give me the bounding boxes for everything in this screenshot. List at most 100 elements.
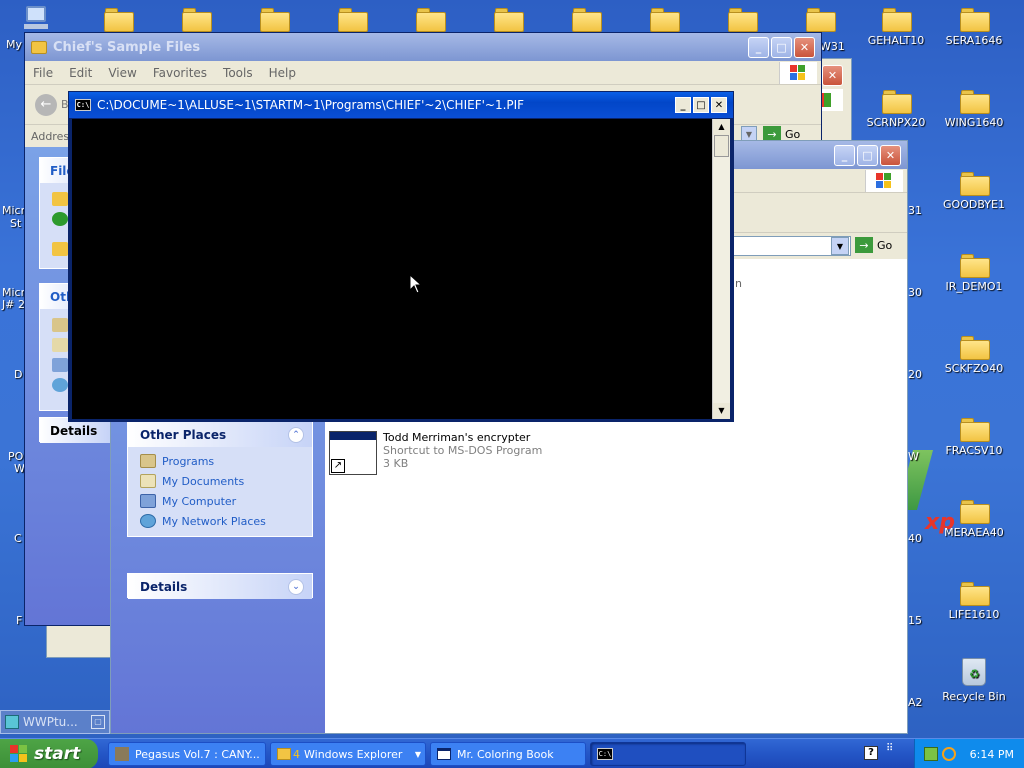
window-icon — [437, 748, 451, 760]
console-titlebar[interactable]: C:\ C:\DOCUME~1\ALLUSE~1\STARTM~1\Progra… — [69, 92, 733, 118]
expand-chevron-icon[interactable]: ⌄ — [288, 578, 304, 595]
desktop-folder[interactable]: FRACSV10 — [937, 418, 1011, 457]
other-places-header[interactable]: Other Places ⌃ — [128, 422, 312, 447]
desktop-folder-label: LIFE1610 — [948, 608, 1000, 621]
folder-icon[interactable] — [806, 8, 836, 34]
desktop-folder[interactable]: SERA1646 — [937, 8, 1011, 47]
folder-icon[interactable] — [650, 8, 680, 34]
recycle-bin-icon: ♻ — [962, 658, 986, 686]
recycle-bin-label: Recycle Bin — [942, 690, 1006, 703]
console-scrollbar[interactable]: ▲ ▼ — [712, 119, 730, 419]
desktop-folder-label: MERAEA40 — [944, 526, 1004, 539]
search-tray-icon[interactable] — [941, 747, 956, 761]
desktop-folder[interactable]: MERAEA40 — [937, 500, 1011, 539]
console-window[interactable]: C:\ C:\DOCUME~1\ALLUSE~1\STARTM~1\Progra… — [68, 91, 734, 422]
desktop-folder[interactable]: SCRNPX20 — [859, 90, 933, 129]
menu-view[interactable]: View — [108, 66, 136, 80]
close-button[interactable]: ✕ — [822, 65, 843, 86]
maximize-button[interactable]: □ — [693, 97, 709, 113]
folder-icon[interactable] — [104, 8, 134, 34]
maximize-button[interactable]: □ — [771, 36, 792, 58]
minimize-button[interactable]: _ — [748, 36, 769, 58]
window-title: Chief's Sample Files — [53, 39, 201, 55]
go-arrow-icon: → — [855, 237, 873, 253]
folder-icon[interactable] — [416, 8, 446, 34]
maximize-button[interactable]: □ — [857, 144, 878, 166]
folder-icon[interactable] — [728, 8, 758, 34]
desktop-edge-label: C — [14, 532, 22, 545]
menu-favorites[interactable]: Favorites — [153, 66, 207, 80]
taskbar-button-coloring-book[interactable]: Mr. Coloring Book — [430, 742, 586, 766]
desktop-folder[interactable]: GOODBYE1 — [937, 172, 1011, 211]
file-type: Shortcut to MS-DOS Program — [383, 444, 543, 457]
collapse-chevron-icon[interactable]: ⌃ — [288, 426, 304, 443]
desktop-edge-label: 15 — [908, 614, 922, 627]
folder-icon[interactable] — [338, 8, 368, 34]
window-titlebar[interactable]: Chief's Sample Files _ □ ✕ — [25, 33, 821, 61]
network-tray-icon[interactable] — [923, 747, 938, 761]
desktop-folder-label: SCRNPX20 — [866, 116, 926, 129]
file-item[interactable]: ↗ Todd Merriman's encrypter Shortcut to … — [329, 431, 542, 475]
menu-file[interactable]: File — [33, 66, 53, 80]
close-button[interactable]: ✕ — [711, 97, 727, 113]
my-computer-icon[interactable] — [22, 4, 52, 32]
recycle-bin[interactable]: ♻ Recycle Bin — [937, 658, 1011, 703]
group-count: 4 — [293, 747, 300, 761]
tile-label: WWPtu... — [23, 715, 78, 729]
scroll-thumb[interactable] — [714, 135, 729, 157]
other-places-title: Other Places — [140, 427, 227, 442]
start-button[interactable]: start — [0, 739, 98, 768]
clock[interactable]: 6:14 PM — [970, 748, 1014, 761]
desktop-folder[interactable]: IR_DEMO1 — [937, 254, 1011, 293]
desktop-folder-label: WING1640 — [944, 116, 1004, 129]
section-title[interactable]: Details — [50, 424, 97, 438]
details-header[interactable]: Details ⌄ — [128, 574, 312, 599]
desktop-edge-label[interactable]: My — [6, 38, 22, 51]
back-button[interactable]: ← — [35, 93, 57, 116]
scroll-down-arrow-icon[interactable]: ▼ — [713, 403, 730, 419]
place-my-documents[interactable]: My Documents — [128, 471, 312, 491]
folder-icon — [960, 90, 990, 114]
other-places-box: Other Places ⌃ Programs My Documents My … — [127, 421, 313, 537]
restore-icon[interactable]: ▢ — [91, 715, 105, 729]
desktop-folder[interactable]: LIFE1610 — [937, 582, 1011, 621]
minimized-window-tile[interactable]: WWPtu... ▢ — [0, 710, 110, 734]
desktop-folder[interactable]: WING1640 — [937, 90, 1011, 129]
folder-icon[interactable] — [182, 8, 212, 34]
desktop-folder-label: SCKFZO40 — [944, 362, 1004, 375]
menu-tools[interactable]: Tools — [223, 66, 253, 80]
console-output[interactable] — [72, 119, 712, 419]
desktop-folder-label: IR_DEMO1 — [945, 280, 1003, 293]
taskbar-button-pegasus[interactable]: Pegasus Vol.7 : CANY... — [108, 742, 266, 766]
taskbar-group-windows-explorer[interactable]: 4 Windows Explorer ▼ — [270, 742, 426, 766]
place-my-computer[interactable]: My Computer — [128, 491, 312, 511]
folder-icon — [52, 192, 68, 206]
close-button[interactable]: ✕ — [794, 36, 815, 58]
file-name: Todd Merriman's encrypter — [383, 431, 531, 444]
scroll-up-arrow-icon[interactable]: ▲ — [713, 119, 730, 135]
dropdown-arrow-icon[interactable]: ▼ — [831, 237, 849, 255]
minimize-button[interactable]: _ — [675, 97, 691, 113]
go-button[interactable]: → Go — [855, 237, 892, 253]
desktop-folder[interactable]: GEHALT10 — [859, 8, 933, 47]
details-box: Details ⌄ — [127, 573, 313, 599]
toolbar-options-icon[interactable]: ⠿ — [886, 744, 893, 754]
desktop-folder[interactable]: SCKFZO40 — [937, 336, 1011, 375]
help-icon[interactable]: ? — [864, 746, 878, 760]
computer-icon — [52, 358, 68, 372]
folder-icon — [960, 254, 990, 278]
folder-icon[interactable] — [572, 8, 602, 34]
desktop-folder-label: SERA1646 — [945, 34, 1003, 47]
place-programs[interactable]: Programs — [128, 451, 312, 471]
desktop-edge-label: St — [10, 217, 22, 230]
folder-icon[interactable] — [494, 8, 524, 34]
minimize-button[interactable]: _ — [834, 144, 855, 166]
go-label: Go — [877, 238, 893, 252]
menu-help[interactable]: Help — [269, 66, 296, 80]
close-button[interactable]: ✕ — [880, 144, 901, 166]
taskbar-button-label: Windows Explorer — [304, 747, 403, 761]
folder-icon[interactable] — [260, 8, 290, 34]
menu-edit[interactable]: Edit — [69, 66, 92, 80]
place-my-network-places[interactable]: My Network Places — [128, 511, 312, 531]
taskbar-button-console[interactable]: C:\ — [590, 742, 746, 766]
